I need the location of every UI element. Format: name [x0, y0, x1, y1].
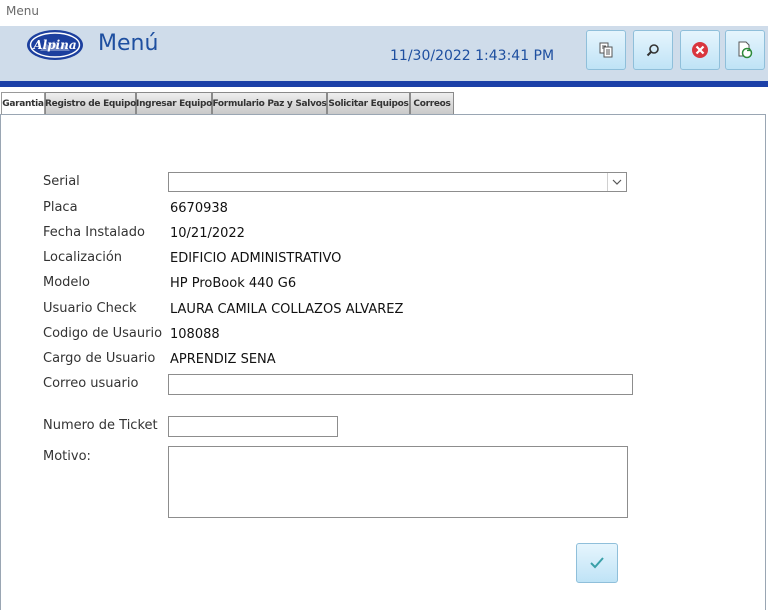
codigo-usuario-label: Codigo de Usaurio	[43, 326, 163, 341]
codigo-usuario-value: 108088	[170, 327, 220, 342]
tab-formulario-paz-y-salvos[interactable]: Formulario Paz y Salvos	[212, 92, 327, 114]
datetime-display: 11/30/2022 1:43:41 PM	[390, 48, 555, 64]
localizacion-label: Localización	[43, 250, 123, 265]
tab-ingresar-equipo[interactable]: Ingresar Equipo	[136, 92, 212, 114]
tab-registro-de-equipo[interactable]: Registro de Equipo	[45, 92, 136, 114]
window-title: Menu	[6, 4, 39, 18]
modelo-label: Modelo	[43, 275, 90, 290]
motivo-textarea[interactable]	[168, 446, 628, 518]
correo-usuario-input[interactable]	[168, 374, 633, 395]
header-divider	[0, 81, 768, 87]
svg-text:Alpina: Alpina	[32, 38, 76, 52]
close-icon	[692, 42, 708, 58]
motivo-label: Motivo:	[43, 449, 91, 464]
tab-correos[interactable]: Correos	[410, 92, 454, 114]
tab-solicitar-equipos[interactable]: Solicitar Equipos	[327, 92, 410, 114]
modelo-value: HP ProBook 440 G6	[170, 276, 297, 291]
submit-button[interactable]	[576, 543, 618, 583]
localizacion-value: EDIFICIO ADMINISTRATIVO	[170, 251, 342, 266]
serial-dropdown[interactable]	[168, 172, 627, 192]
refresh-document-icon	[738, 41, 753, 59]
app-header: Alpina Menú 11/30/2022 1:43:41 PM	[0, 26, 768, 81]
fecha-instalado-label: Fecha Instalado	[43, 225, 145, 240]
search-icon	[646, 44, 659, 57]
refresh-button[interactable]	[725, 30, 765, 70]
serial-label: Serial	[43, 174, 80, 189]
usuario-check-label: Usuario Check	[43, 301, 137, 316]
placa-value: 6670938	[170, 201, 228, 216]
numero-ticket-input[interactable]	[168, 416, 338, 437]
copy-button[interactable]	[586, 30, 626, 70]
alpina-logo: Alpina	[27, 30, 83, 60]
fecha-instalado-value: 10/21/2022	[170, 226, 245, 241]
numero-ticket-label: Numero de Ticket	[43, 418, 158, 433]
checkmark-icon	[590, 557, 604, 569]
usuario-check-value: LAURA CAMILA COLLAZOS ALVAREZ	[170, 302, 404, 317]
tab-garantia[interactable]: Garantia	[1, 92, 45, 115]
chevron-down-icon[interactable]	[607, 173, 626, 191]
close-button[interactable]	[680, 30, 720, 70]
cargo-usuario-label: Cargo de Usuario	[43, 351, 156, 366]
window-titlebar: Menu	[0, 0, 768, 26]
copy-icon	[599, 42, 613, 58]
correo-usuario-label: Correo usuario	[43, 376, 139, 391]
placa-label: Placa	[43, 200, 78, 215]
cargo-usuario-value: APRENDIZ SENA	[170, 352, 276, 367]
search-button[interactable]	[633, 30, 673, 70]
page-title: Menú	[98, 31, 159, 56]
